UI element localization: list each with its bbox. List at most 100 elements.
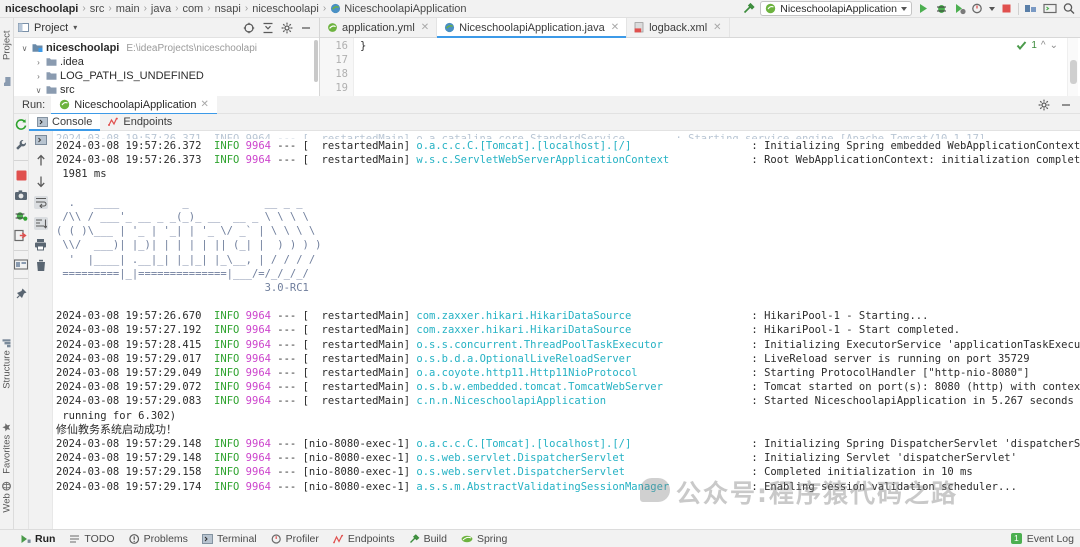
folder-icon: [46, 71, 57, 81]
chevron-right-icon[interactable]: ›: [34, 58, 43, 67]
print-icon[interactable]: [34, 238, 47, 251]
project-scrollbar[interactable]: [314, 40, 318, 82]
close-icon[interactable]: ✕: [201, 99, 209, 110]
log-pid: 9964: [245, 338, 271, 351]
scroll-down-icon[interactable]: [35, 175, 47, 188]
tree-node-log-path-is-undefined[interactable]: › LOG_PATH_IS_UNDEFINED: [14, 69, 319, 83]
run-with-coverage-icon[interactable]: [953, 2, 966, 15]
console-tab-endpoints[interactable]: Endpoints: [100, 114, 180, 130]
run-configuration-selector[interactable]: NiceschoolapiApplication: [760, 1, 912, 16]
chevron-down-icon-profiler[interactable]: [989, 6, 995, 11]
debug-icon[interactable]: [935, 2, 948, 15]
services-icon[interactable]: [1024, 2, 1038, 15]
rerun-icon[interactable]: [14, 117, 28, 131]
run-window-label: Run:: [22, 98, 46, 111]
breadcrumb-item-niceschoolapi[interactable]: niceschoolapi: [252, 3, 319, 15]
status-bar-item-todo[interactable]: TODO: [69, 533, 115, 545]
folder-icon: [46, 57, 57, 67]
log-level: INFO: [214, 466, 240, 479]
status-bar-item-terminal[interactable]: Terminal: [201, 533, 257, 545]
collapse-all-icon[interactable]: [262, 22, 274, 34]
status-bar-item-spring[interactable]: Spring: [461, 533, 507, 545]
rail-item-favorites[interactable]: Favorites: [0, 412, 14, 484]
tree-node-label: src: [60, 84, 75, 96]
event-log-button[interactable]: Event Log: [1027, 533, 1074, 545]
status-bar-item-problems[interactable]: Problems: [128, 533, 188, 545]
console-output[interactable]: 2024-03-08 19:57:26.371 INFO 9964 --- [ …: [53, 131, 1080, 529]
console-line-truncated: 2024-03-08 19:57:26.371 INFO 9964 --- [ …: [56, 133, 986, 139]
editor-tab-application-yml[interactable]: application.yml ✕: [320, 18, 438, 37]
editor-scrollbar[interactable]: [1067, 38, 1078, 96]
breadcrumb-item-src[interactable]: src: [90, 3, 105, 15]
breadcrumb-item-nsapi[interactable]: nsapi: [215, 3, 241, 15]
breadcrumb-item-main[interactable]: main: [116, 3, 140, 15]
breadcrumb-separator: ›: [322, 3, 327, 14]
status-bar-item-run[interactable]: Run: [20, 533, 55, 545]
left-tool-rail: Project Structure Favorites Web: [0, 18, 14, 529]
run-tab-niceschoolapiapplication[interactable]: NiceschoolapiApplication ✕: [51, 95, 217, 115]
chevron-right-icon[interactable]: ›: [34, 72, 43, 81]
profiler-icon[interactable]: [971, 2, 984, 15]
sort-icon[interactable]: [33, 217, 48, 230]
tree-node-niceschoolapi[interactable]: ∨ niceschoolapi E:\ideaProjects\niceschool…: [14, 41, 319, 55]
exit-icon[interactable]: [14, 229, 28, 242]
tree-node--idea[interactable]: › .idea: [14, 55, 319, 69]
editor-tab-niceschoolapiapplication-java[interactable]: NiceschoolapiApplication.java ✕: [437, 18, 628, 38]
close-icon[interactable]: ✕: [611, 22, 619, 33]
chevron-down-icon-project[interactable]: ▾: [73, 23, 77, 32]
breadcrumb-separator: ›: [207, 3, 211, 14]
chevron-down-icon[interactable]: [901, 6, 907, 11]
inspection-widget[interactable]: 1 ^ ⌄: [1016, 40, 1058, 51]
status-bar-item-profiler[interactable]: Profiler: [271, 533, 319, 545]
hammer-icon[interactable]: [742, 2, 755, 15]
editor-tab-logback-xml[interactable]: logback.xml ✕: [627, 18, 730, 37]
status-bar-item-label: Profiler: [285, 532, 319, 545]
status-bar-item-build[interactable]: Build: [409, 533, 447, 545]
breadcrumb-item-com[interactable]: com: [182, 3, 203, 15]
locate-icon[interactable]: [243, 22, 255, 34]
next-problem-icon[interactable]: ⌄: [1050, 40, 1058, 51]
console-tab-label: Endpoints: [123, 116, 173, 128]
log-timestamp: 2024-03-08 19:57:29.072: [56, 381, 215, 394]
stop-icon[interactable]: [15, 169, 28, 182]
run-icon[interactable]: [917, 2, 930, 15]
terminal-icon[interactable]: [1043, 2, 1057, 15]
rail-item-web[interactable]: Web: [0, 480, 14, 515]
breadcrumb-item-niceschoolapiapplication[interactable]: NiceschoolapiApplication: [344, 3, 466, 15]
wrench-icon[interactable]: [14, 138, 28, 152]
breadcrumb-item-niceschoolapi[interactable]: niceschoolapi: [5, 3, 78, 15]
line-number: 16: [335, 40, 348, 52]
rail-item-project[interactable]: Project: [0, 22, 14, 68]
settings-icon[interactable]: [281, 22, 293, 34]
chevron-down-icon[interactable]: ∨: [20, 44, 29, 53]
code-editor[interactable]: 16 17 18 19 } 1 ^ ⌄: [320, 38, 1080, 96]
pin-icon[interactable]: [14, 287, 28, 301]
code-line: }: [360, 40, 367, 52]
chevron-down-icon[interactable]: ∨: [34, 86, 43, 95]
gear-icon[interactable]: [1038, 99, 1050, 111]
layout-icon[interactable]: [14, 259, 28, 270]
code-lines[interactable]: }: [354, 38, 1080, 96]
rail-item-structure[interactable]: Structure: [0, 328, 14, 400]
log-timestamp: 2024-03-08 19:57:29.083: [56, 395, 215, 408]
breadcrumb-item-java[interactable]: java: [151, 3, 171, 15]
soft-wrap-icon[interactable]: [33, 196, 48, 209]
scroll-up-icon[interactable]: [35, 154, 47, 167]
trash-icon[interactable]: [35, 259, 47, 272]
hide-icon[interactable]: [300, 22, 312, 34]
close-icon[interactable]: ✕: [713, 22, 721, 33]
stop-icon[interactable]: [1000, 2, 1013, 15]
log-logger: o.s.b.d.a.OptionalLiveReloadServer: [416, 352, 752, 365]
console-view-icon[interactable]: [34, 134, 47, 146]
search-icon[interactable]: [1062, 2, 1076, 15]
debug-attach-icon[interactable]: [14, 209, 28, 222]
close-icon[interactable]: ✕: [421, 22, 429, 33]
log-pid: 9964: [245, 140, 271, 152]
prev-problem-icon[interactable]: ^: [1041, 40, 1046, 51]
camera-icon[interactable]: [14, 189, 28, 202]
console-tab-console[interactable]: Console: [29, 114, 101, 131]
status-bar-item-endpoints[interactable]: Endpoints: [332, 533, 395, 545]
log-separator: ---: [270, 140, 303, 152]
minimize-icon[interactable]: [1060, 99, 1072, 111]
status-bar-item-label: Build: [423, 532, 447, 545]
